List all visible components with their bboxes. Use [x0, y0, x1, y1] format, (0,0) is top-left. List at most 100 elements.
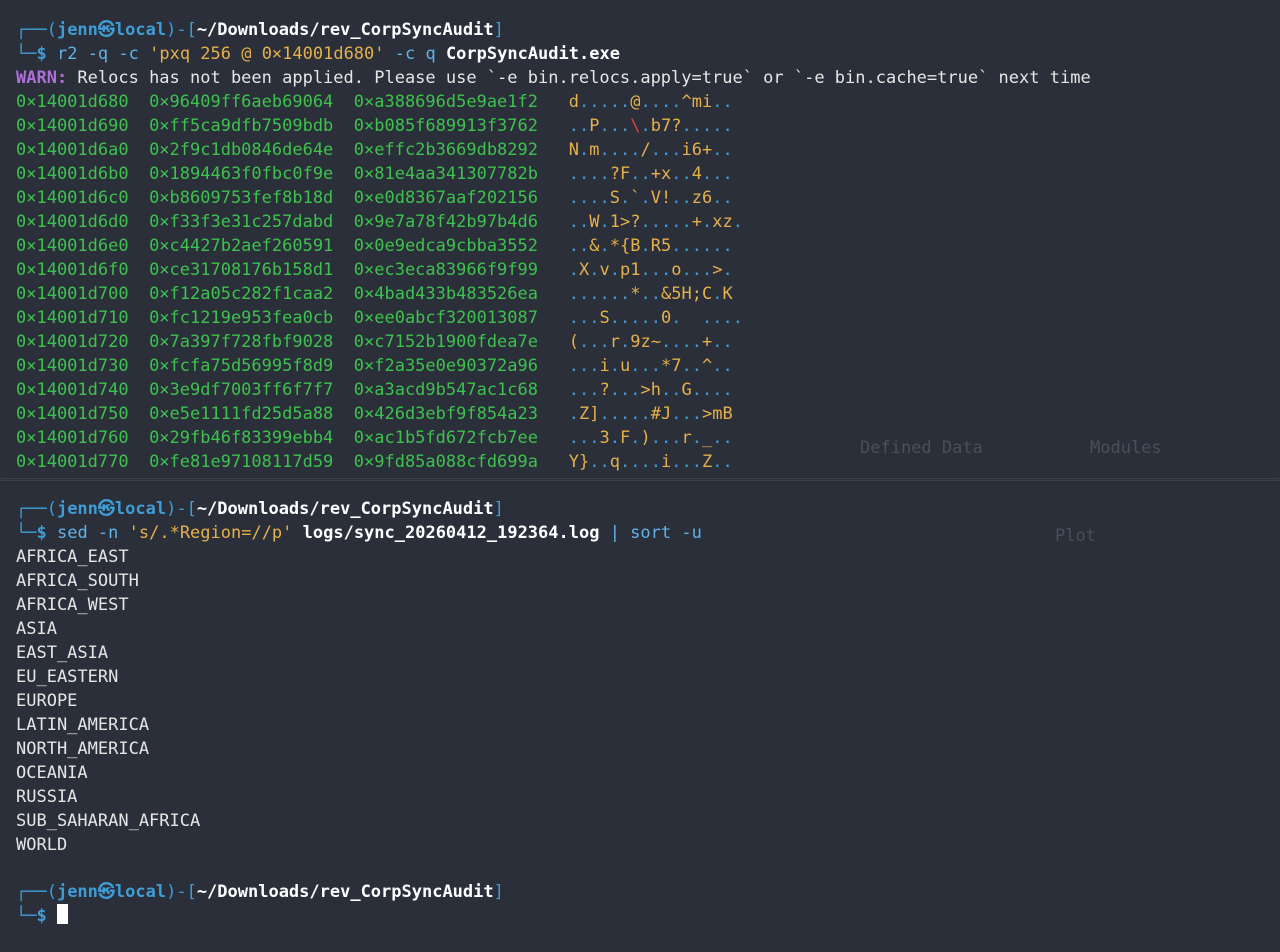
hexdump-address: 0×14001d6d0 — [16, 212, 129, 232]
hexdump-row: 0×14001d700 0×f12a05c282f1caa2 0×4bad433… — [16, 282, 733, 306]
hexdump-address: 0×14001d6a0 — [16, 140, 129, 160]
hexdump-qword: 0×2f9c1db0846de64e — [128, 140, 334, 160]
hexdump-address: 0×14001d710 — [16, 308, 129, 328]
hexdump-qword: 0×426d3ebf9f854a23 — [333, 404, 538, 424]
prompt-cwd: ~/Downloads/rev_CorpSyncAudit — [196, 20, 494, 40]
warn-line: WARN: Relocs has not been applied. Pleas… — [16, 68, 1091, 88]
hexdump-address: 0×14001d6f0 — [16, 260, 129, 280]
hexdump-qword: 0×b8609753fef8b18d — [128, 188, 334, 208]
hexdump-qword: 0×29fb46f83399ebb4 — [128, 428, 334, 448]
region-output-line: RUSSIA — [16, 787, 78, 807]
hexdump-qword: 0×a388696d5e9ae1f2 — [333, 92, 538, 112]
hexdump-row: 0×14001d760 0×29fb46f83399ebb4 0×ac1b5fd… — [16, 426, 733, 450]
hexdump-row: 0×14001d6c0 0×b8609753fef8b18d 0×e0d8367… — [16, 186, 733, 210]
region-output-line: ASIA — [16, 619, 57, 639]
hexdump-qword: 0×a3acd9b547ac1c68 — [333, 380, 538, 400]
hexdump-address: 0×14001d760 — [16, 428, 129, 448]
hexdump-qword: 0×ac1b5fd672fcb7ee — [333, 428, 538, 448]
hexdump-qword: 0×e5e1111fd25d5a88 — [128, 404, 334, 424]
region-output-line: LATIN_AMERICA — [16, 715, 150, 735]
hexdump-address: 0×14001d750 — [16, 404, 129, 424]
hexdump-ascii: ....S.`.V!..z6.. — [568, 188, 733, 208]
region-output-line: OCEANIA — [16, 763, 88, 783]
region-output-line: WORLD — [16, 835, 68, 855]
region-output-line: AFRICA_EAST — [16, 547, 129, 567]
hexdump-address: 0×14001d720 — [16, 332, 129, 352]
region-output-line: AFRICA_SOUTH — [16, 571, 139, 591]
hexdump-address: 0×14001d680 — [16, 92, 129, 112]
region-output-line: NORTH_AMERICA — [16, 739, 150, 759]
hexdump-ascii: ...i.u...*7..^.. — [568, 356, 733, 376]
hexdump-qword: 0×effc2b3669db8292 — [333, 140, 538, 160]
hexdump-row: 0×14001d6b0 0×1894463f0fbc0f9e 0×81e4aa3… — [16, 162, 733, 186]
hexdump-qword: 0×3e9df7003ff6f7f7 — [128, 380, 334, 400]
region-output-line: EAST_ASIA — [16, 643, 109, 663]
hexdump-qword: 0×1894463f0fbc0f9e — [128, 164, 334, 184]
hexdump-address: 0×14001d730 — [16, 356, 129, 376]
hexdump-address: 0×14001d6b0 — [16, 164, 129, 184]
prompt-at-icon: ㉿ — [97, 20, 115, 40]
hexdump-ascii: (...r.9z~....+.. — [568, 332, 733, 352]
active-input-line[interactable]: └─$ — [16, 904, 68, 928]
prompt-host: local — [114, 20, 167, 40]
hexdump-address: 0×14001d690 — [16, 116, 129, 136]
hexdump-row: 0×14001d6e0 0×c4427b2aef260591 0×0e9edca… — [16, 234, 733, 258]
hexdump-qword: 0×ee0abcf320013087 — [333, 308, 538, 328]
hexdump-ascii: .X.v.p1...o...>. — [568, 260, 733, 280]
hexdump-qword: 0×c7152b1900fdea7e — [333, 332, 538, 352]
hexdump-qword: 0×4bad433b483526ea — [333, 284, 538, 304]
hexdump-ascii: ...S.....0. .... — [568, 308, 743, 328]
hexdump-qword: 0×ff5ca9dfb7509bdb — [128, 116, 334, 136]
hexdump-row: 0×14001d750 0×e5e1111fd25d5a88 0×426d3eb… — [16, 402, 733, 426]
hexdump-row: 0×14001d680 0×96409ff6aeb69064 0×a388696… — [16, 90, 733, 114]
hexdump-qword: 0×b085f689913f3762 — [333, 116, 538, 136]
hexdump-qword: 0×96409ff6aeb69064 — [128, 92, 334, 112]
hexdump-qword: 0×ce31708176b158d1 — [128, 260, 334, 280]
hexdump-ascii: ..P...\.b7?..... — [568, 116, 733, 136]
command-line-r2: └─$ r2 -q -c 'pxq 256 @ 0×14001d680' -c … — [16, 44, 620, 64]
hexdump-ascii: .Z].....#J...>mB — [568, 404, 733, 424]
region-output-line: EU_EASTERN — [16, 667, 119, 687]
hexdump-address: 0×14001d700 — [16, 284, 129, 304]
hexdump-ascii: ......*..&5H;C.K — [568, 284, 733, 304]
hexdump-ascii: d.....@....^mi.. — [568, 92, 733, 112]
region-output-line: EUROPE — [16, 691, 78, 711]
hexdump-ascii: ....?F..+x..4... — [568, 164, 733, 184]
hexdump-qword: 0×fc1219e953fea0cb — [128, 308, 334, 328]
hexdump-qword: 0×9e7a78f42b97b4d6 — [333, 212, 538, 232]
hexdump-ascii: ...?...>h..G.... — [568, 380, 733, 400]
hexdump-ascii: ..&.*{B.R5...... — [568, 236, 733, 256]
text-cursor — [56, 904, 68, 924]
hexdump-qword: 0×9fd85a088cfd699a — [333, 452, 538, 472]
hexdump-address: 0×14001d6c0 — [16, 188, 129, 208]
hexdump-qword: 0×0e9edca9cbba3552 — [333, 236, 538, 256]
region-output-line: AFRICA_WEST — [16, 595, 129, 615]
hexdump-qword: 0×e0d8367aaf202156 — [333, 188, 538, 208]
hexdump-row: 0×14001d740 0×3e9df7003ff6f7f7 0×a3acd9b… — [16, 378, 733, 402]
hexdump-qword: 0×fcfa75d56995f8d9 — [128, 356, 334, 376]
hexdump-qword: 0×ec3eca83966f9f99 — [333, 260, 538, 280]
hexdump-ascii: ..W.1>?.....+.xz. — [568, 212, 743, 232]
hexdump-address: 0×14001d770 — [16, 452, 129, 472]
hexdump-qword: 0×7a397f728fbf9028 — [128, 332, 334, 352]
hexdump-row: 0×14001d710 0×fc1219e953fea0cb 0×ee0abcf… — [16, 306, 743, 330]
hexdump-row: 0×14001d6a0 0×2f9c1db0846de64e 0×effc2b3… — [16, 138, 733, 162]
hexdump-ascii: ...3.F.)...r._.. — [568, 428, 733, 448]
hexdump-row: 0×14001d6f0 0×ce31708176b158d1 0×ec3eca8… — [16, 258, 733, 282]
hexdump-address: 0×14001d6e0 — [16, 236, 129, 256]
terminal[interactable]: ┌──(jenn㉿local)-[~/Downloads/rev_CorpSyn… — [0, 0, 1280, 952]
command-line-sed: └─$ sed -n 's/.*Region=//p' logs/sync_20… — [16, 523, 702, 543]
hexdump-row: 0×14001d690 0×ff5ca9dfb7509bdb 0×b085f68… — [16, 114, 733, 138]
prompt-user: jenn — [56, 20, 98, 40]
hexdump-row: 0×14001d770 0×fe81e97108117d59 0×9fd85a0… — [16, 450, 733, 474]
region-output-line: SUB_SAHARAN_AFRICA — [16, 811, 201, 831]
hexdump-qword: 0×c4427b2aef260591 — [128, 236, 334, 256]
hexdump-ascii: N.m..../...i6+.. — [568, 140, 733, 160]
hexdump-row: 0×14001d730 0×fcfa75d56995f8d9 0×f2a35e0… — [16, 354, 733, 378]
prompt-line-3: ┌──(jenn㉿local)-[~/Downloads/rev_CorpSyn… — [16, 882, 504, 902]
hexdump-qword: 0×81e4aa341307782b — [333, 164, 538, 184]
hexdump-qword: 0×f12a05c282f1caa2 — [128, 284, 334, 304]
hexdump-address: 0×14001d740 — [16, 380, 129, 400]
hexdump-ascii: Y}..q....i...Z.. — [568, 452, 733, 472]
hexdump-qword: 0×f2a35e0e90372a96 — [333, 356, 538, 376]
